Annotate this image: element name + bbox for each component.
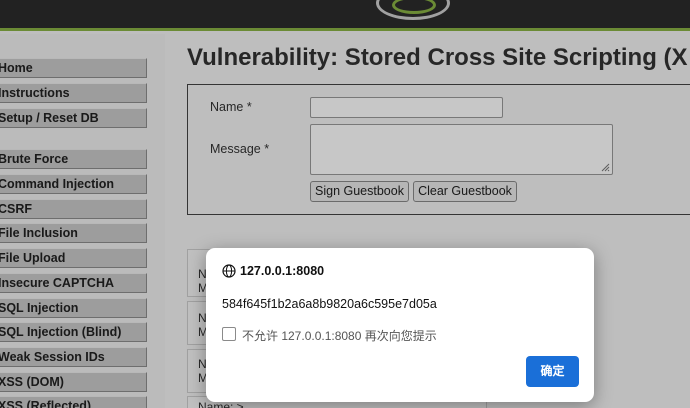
alert-dialog: 127.0.0.1:8080 584f645f1b2a6a8b9820a6c59… [206, 248, 594, 402]
dialog-origin: 127.0.0.1:8080 [240, 264, 325, 278]
ok-button[interactable]: 确定 [526, 356, 579, 387]
suppress-dialogs-checkbox[interactable] [222, 327, 236, 341]
globe-icon [222, 264, 236, 278]
suppress-dialogs-label[interactable]: 不允许 127.0.0.1:8080 再次向您提示 [242, 327, 437, 344]
dialog-message: 584f645f1b2a6a8b9820a6c595e7d05a [222, 297, 437, 311]
